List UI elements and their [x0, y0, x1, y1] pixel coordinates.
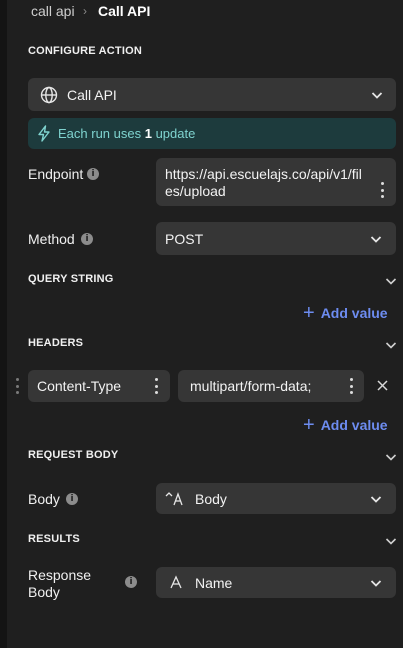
- chevron-down-icon: [368, 491, 384, 507]
- section-results-title: RESULTS: [28, 533, 80, 545]
- endpoint-input[interactable]: https://api.escuelajs.co/api/v1/fil es/u…: [156, 158, 396, 206]
- method-select[interactable]: POST: [156, 222, 396, 255]
- notice-suffix: update: [151, 126, 196, 141]
- method-label: Method: [28, 231, 75, 247]
- info-icon[interactable]: i: [87, 168, 99, 180]
- response-body-select[interactable]: Name: [156, 567, 396, 598]
- section-headers-title: HEADERS: [28, 337, 84, 349]
- info-icon[interactable]: i: [81, 233, 93, 245]
- query-string-add-value-button[interactable]: + Add value: [303, 302, 388, 324]
- more-options-icon[interactable]: [349, 378, 353, 394]
- section-configure-action-title: CONFIGURE ACTION: [28, 45, 143, 57]
- drag-handle-icon[interactable]: [15, 378, 19, 394]
- action-select[interactable]: Call API: [28, 78, 396, 111]
- text-type-icon: [165, 490, 187, 507]
- section-request-body-title: REQUEST BODY: [28, 449, 119, 461]
- lightning-icon: [37, 125, 51, 142]
- chevron-down-icon[interactable]: [383, 533, 399, 549]
- chevron-down-icon[interactable]: [383, 449, 399, 465]
- header-value-input[interactable]: multipart/form-data;: [178, 370, 364, 402]
- response-body-label-line2: Body: [28, 584, 60, 600]
- body-label: Body: [28, 491, 60, 507]
- endpoint-value-line2: es/upload: [165, 183, 226, 199]
- endpoint-label: Endpoint: [28, 166, 84, 182]
- add-value-label: Add value: [320, 305, 388, 321]
- close-icon[interactable]: [376, 379, 389, 392]
- chevron-down-icon: [368, 231, 384, 247]
- response-body-label-line1: Response: [28, 567, 92, 583]
- chevron-down-icon[interactable]: [383, 273, 399, 289]
- more-options-icon[interactable]: [380, 182, 384, 198]
- update-cost-notice: Each run uses 1 update: [28, 118, 396, 149]
- endpoint-value-line1: https://api.escuelajs.co/api/v1/fil: [165, 166, 362, 182]
- breadcrumb-parent[interactable]: call api: [31, 3, 75, 19]
- notice-text: Each run uses 1 update: [58, 126, 195, 141]
- response-body-select-value: Name: [195, 575, 233, 591]
- headers-add-value-button[interactable]: + Add value: [303, 414, 388, 436]
- section-query-string-title: QUERY STRING: [28, 273, 114, 285]
- method-select-value: POST: [165, 231, 204, 247]
- body-select-value: Body: [195, 491, 227, 507]
- notice-count: 1: [144, 126, 152, 141]
- plus-icon: +: [303, 414, 315, 436]
- header-value-text: multipart/form-data;: [190, 378, 312, 394]
- globe-icon: [40, 86, 58, 104]
- plus-icon: +: [303, 302, 315, 324]
- chevron-down-icon: [369, 87, 385, 103]
- add-value-label: Add value: [320, 417, 388, 433]
- header-key-input[interactable]: Content-Type: [28, 370, 170, 402]
- body-select[interactable]: Body: [156, 483, 396, 514]
- header-key-value: Content-Type: [37, 378, 122, 394]
- chevron-down-icon: [368, 575, 384, 591]
- left-edge-strip: [0, 0, 7, 648]
- notice-prefix: Each run uses: [58, 126, 145, 141]
- info-icon[interactable]: i: [125, 576, 137, 588]
- breadcrumb-current: Call API: [98, 3, 151, 19]
- breadcrumb-separator: ›: [83, 4, 87, 18]
- action-select-value: Call API: [67, 87, 117, 103]
- more-options-icon[interactable]: [154, 378, 158, 394]
- text-type-icon: [169, 575, 183, 590]
- info-icon[interactable]: i: [66, 493, 78, 505]
- chevron-down-icon[interactable]: [383, 337, 399, 353]
